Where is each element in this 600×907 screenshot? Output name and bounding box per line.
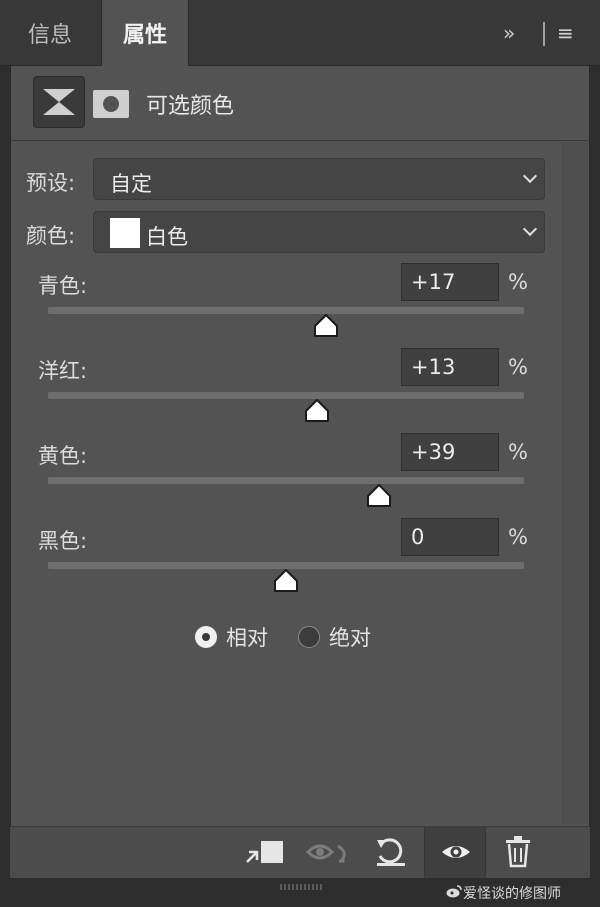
tab-properties[interactable]: 属性: [101, 0, 189, 66]
adjustment-title: 可选颜色: [146, 94, 235, 119]
preset-value: 自定: [110, 172, 152, 196]
magenta-percent-sign: %: [508, 355, 528, 379]
magenta-value-field[interactable]: +13: [401, 348, 499, 386]
reset-icon[interactable]: [374, 836, 408, 868]
absolute-radio[interactable]: [298, 626, 320, 648]
magenta-label: 洋红:: [38, 359, 88, 383]
relative-label[interactable]: 相对: [226, 622, 268, 652]
header-divider: [10, 140, 590, 141]
chevron-down-icon: [522, 221, 538, 237]
layer-mask-icon[interactable]: [93, 90, 129, 118]
colors-value: 白色: [146, 225, 188, 249]
cyan-label: 青色:: [38, 274, 88, 298]
black-label: 黑色:: [38, 529, 88, 553]
panel-footer: [10, 826, 590, 878]
visibility-button[interactable]: [424, 826, 486, 878]
relative-radio[interactable]: [195, 626, 217, 648]
weibo-logo-icon: [446, 885, 462, 898]
absolute-label[interactable]: 绝对: [329, 622, 371, 652]
scrollbar[interactable]: [562, 142, 588, 824]
cyan-slider-track[interactable]: [48, 307, 524, 314]
yellow-value-field[interactable]: +39: [401, 433, 499, 471]
yellow-slider-thumb[interactable]: [366, 483, 392, 508]
yellow-percent-sign: %: [508, 440, 528, 464]
colors-dropdown[interactable]: 白色: [93, 211, 545, 253]
eye-icon: [442, 846, 470, 858]
black-slider-thumb[interactable]: [273, 568, 299, 593]
magenta-slider-track[interactable]: [48, 392, 524, 399]
preset-dropdown[interactable]: 自定: [93, 158, 545, 200]
divider: [543, 22, 545, 46]
adjustment-icon-button[interactable]: [33, 76, 85, 128]
preset-label: 预设:: [26, 171, 76, 195]
yellow-slider-track[interactable]: [48, 477, 524, 484]
colors-label: 颜色:: [26, 224, 76, 248]
cyan-percent-sign: %: [508, 270, 528, 294]
black-value-field[interactable]: 0: [401, 518, 499, 556]
trash-icon[interactable]: [505, 836, 531, 868]
selective-color-icon: [43, 89, 75, 115]
panel-menu-icon[interactable]: ≡: [557, 18, 574, 48]
clip-to-layer-icon[interactable]: [243, 838, 285, 868]
cyan-value-field[interactable]: +17: [401, 263, 499, 301]
tab-info[interactable]: 信息: [0, 0, 100, 66]
watermark-text: 爱怪谈的修图师: [463, 886, 561, 902]
view-previous-icon[interactable]: [306, 838, 352, 868]
magenta-slider-thumb[interactable]: [304, 398, 330, 423]
cyan-slider-thumb[interactable]: [313, 313, 339, 338]
collapse-panel-icon[interactable]: »: [503, 18, 515, 48]
chevron-down-icon: [522, 168, 538, 184]
yellow-label: 黄色:: [38, 444, 88, 468]
black-percent-sign: %: [508, 525, 528, 549]
color-swatch: [110, 218, 140, 248]
resize-grip[interactable]: [280, 884, 322, 890]
